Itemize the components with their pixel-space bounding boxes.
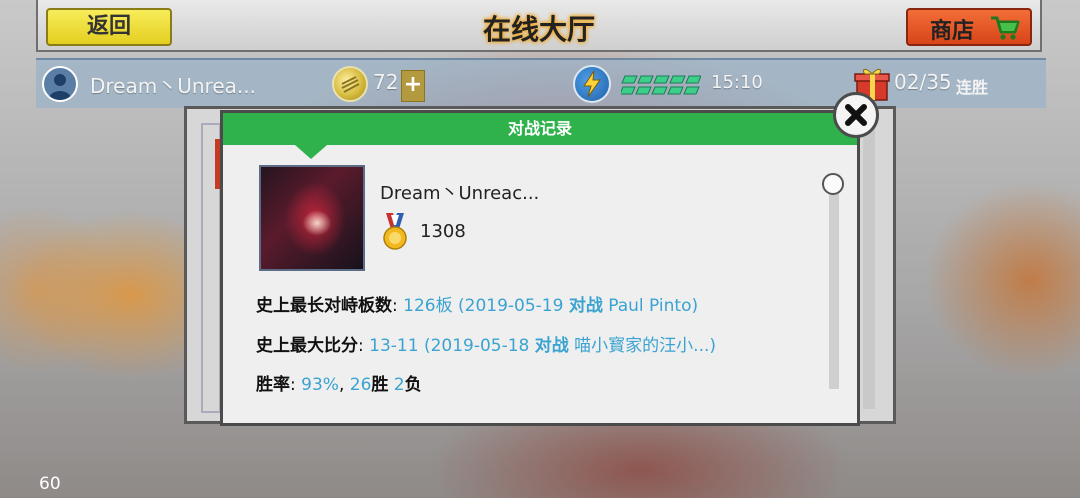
fps-counter: 60 — [39, 474, 61, 494]
shop-button-label: 商店 — [930, 19, 975, 44]
losses-label: 负 — [404, 375, 422, 395]
player-name: Dream丶Unreac... — [380, 183, 540, 204]
max-score-opponent[interactable]: 喵小寳家的汪小...) — [569, 336, 716, 356]
wins-label: 胜 — [371, 375, 389, 395]
colon: : — [392, 296, 404, 316]
energy-bars-icon — [621, 75, 701, 95]
win-streak-count: 02/35 — [894, 70, 952, 94]
longest-rally-row: 史上最长对峙板数: 126板 (2019-05-19 对战 Paul Pinto… — [256, 291, 698, 316]
user-avatar-icon[interactable] — [42, 66, 78, 102]
shop-button[interactable]: 商店 — [906, 8, 1032, 46]
username-label: Dream丶Unrea... — [90, 74, 256, 98]
coin-count: 72 — [373, 70, 399, 94]
top-bar: 返回 在线大厅 商店 — [36, 0, 1042, 52]
longest-rally-vs: 对战 — [568, 296, 603, 316]
winrate-row: 胜率: 93%, 26胜 2负 — [256, 370, 422, 395]
comma: , — [338, 375, 350, 395]
max-score-vs: 对战 — [534, 336, 569, 356]
dialog-scrollbar-thumb[interactable] — [822, 173, 844, 195]
colon: : — [290, 375, 302, 395]
close-button[interactable] — [833, 92, 879, 138]
wins-count: 26 — [349, 375, 372, 395]
max-score-value: 13-11 (2019-05-18 — [369, 336, 535, 356]
page-title: 在线大厅 — [482, 13, 595, 46]
shopping-cart-icon — [991, 16, 1020, 40]
max-score-label: 史上最大比分 — [256, 336, 358, 356]
background-panel-scrollbar — [863, 121, 875, 409]
longest-rally-value: 126板 (2019-05-19 — [403, 296, 569, 316]
longest-rally-opponent[interactable]: Paul Pinto) — [603, 296, 698, 316]
max-score-row: 史上最大比分: 13-11 (2019-05-18 对战 喵小寳家的汪小...) — [256, 331, 716, 356]
player-rating: 1308 — [420, 221, 466, 242]
colon: : — [358, 336, 370, 356]
status-bar: Dream丶Unrea... 72 + 15:10 02/35 连胜 — [36, 58, 1046, 108]
medal-icon — [383, 213, 407, 250]
win-streak-label: 连胜 — [956, 78, 989, 97]
match-record-dialog: 对战记录 Dream丶Unreac... 1308 史上最长对峙板数: 126板… — [220, 110, 860, 426]
dialog-title: 对战记录 — [223, 113, 857, 145]
coin-icon — [332, 66, 368, 102]
energy-bolt-icon — [573, 65, 611, 103]
close-icon — [845, 104, 867, 126]
energy-timer: 15:10 — [711, 72, 763, 93]
dialog-scrollbar-track[interactable] — [829, 191, 839, 389]
winrate-label: 胜率 — [256, 375, 290, 395]
add-coins-button[interactable]: + — [401, 70, 425, 102]
dialog-header-notch — [295, 145, 327, 159]
losses-count: 2 — [393, 375, 405, 395]
winrate-value: 93% — [301, 375, 339, 395]
player-portrait — [259, 165, 365, 271]
longest-rally-label: 史上最长对峙板数 — [256, 296, 392, 316]
